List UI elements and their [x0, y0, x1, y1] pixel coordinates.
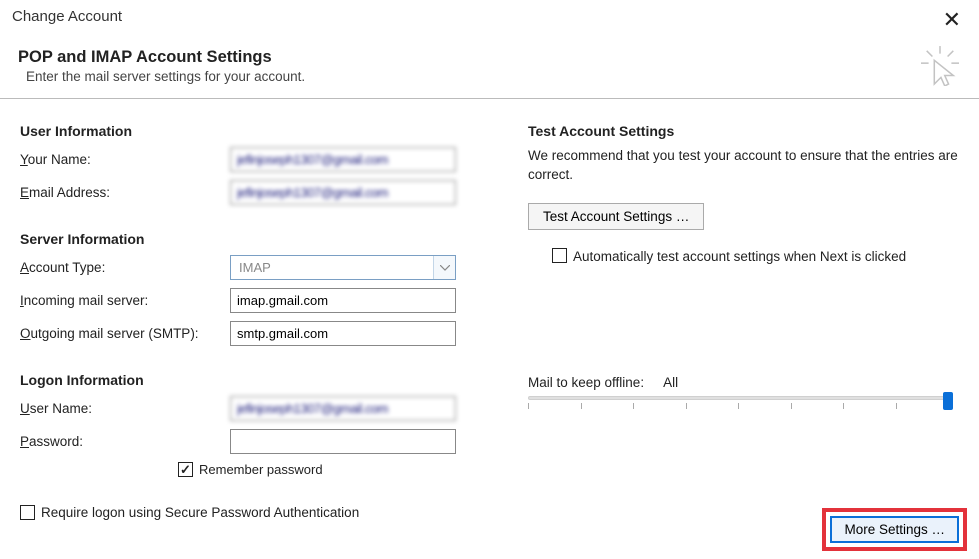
test-settings-subtitle: We recommend that you test your account … [528, 147, 959, 185]
cursor-click-icon [921, 46, 959, 86]
server-info-heading: Server Information [20, 231, 510, 247]
outgoing-server-label: Outgoing mail server (SMTP): [20, 326, 230, 341]
password-label: Password: [20, 434, 230, 449]
close-icon[interactable]: ✕ [935, 8, 969, 32]
more-settings-highlight: More Settings … [822, 508, 967, 551]
dialog-header: POP and IMAP Account Settings Enter the … [0, 32, 979, 98]
auto-test-checkbox[interactable] [552, 248, 567, 263]
auto-test-label: Automatically test account settings when… [573, 248, 906, 267]
user-name-label: User Name: [20, 401, 230, 416]
incoming-server-field[interactable] [230, 288, 456, 313]
your-name-field[interactable] [230, 147, 456, 172]
your-name-label: Your Name: [20, 152, 230, 167]
mail-offline-value: All [663, 375, 678, 390]
window-title: Change Account [12, 8, 122, 25]
require-spa-checkbox[interactable] [20, 505, 35, 520]
email-address-field[interactable] [230, 180, 456, 205]
logon-info-heading: Logon Information [20, 372, 510, 388]
chevron-down-icon [433, 256, 455, 279]
test-settings-heading: Test Account Settings [528, 123, 959, 139]
more-settings-button[interactable]: More Settings … [830, 516, 959, 543]
test-account-settings-button[interactable]: Test Account Settings … [528, 203, 704, 230]
mail-offline-slider[interactable] [528, 396, 959, 409]
outgoing-server-field[interactable] [230, 321, 456, 346]
slider-ticks [528, 403, 949, 409]
remember-password-label: Remember password [199, 462, 323, 477]
incoming-server-label: Incoming mail server: [20, 293, 230, 308]
require-spa-label: Require logon using Secure Password Auth… [41, 505, 359, 520]
slider-thumb-icon[interactable] [943, 392, 953, 410]
account-type-value: IMAP [239, 260, 271, 275]
header-title: POP and IMAP Account Settings [18, 48, 305, 67]
header-subtitle: Enter the mail server settings for your … [18, 69, 305, 84]
title-bar: Change Account ✕ [0, 0, 979, 32]
account-type-select: IMAP [230, 255, 456, 280]
user-name-field[interactable] [230, 396, 456, 421]
email-address-label: Email Address: [20, 185, 230, 200]
user-info-heading: User Information [20, 123, 510, 139]
password-field[interactable] [230, 429, 456, 454]
remember-password-checkbox[interactable] [178, 462, 193, 477]
account-type-label: Account Type: [20, 260, 230, 275]
mail-offline-label: Mail to keep offline: [528, 375, 644, 390]
